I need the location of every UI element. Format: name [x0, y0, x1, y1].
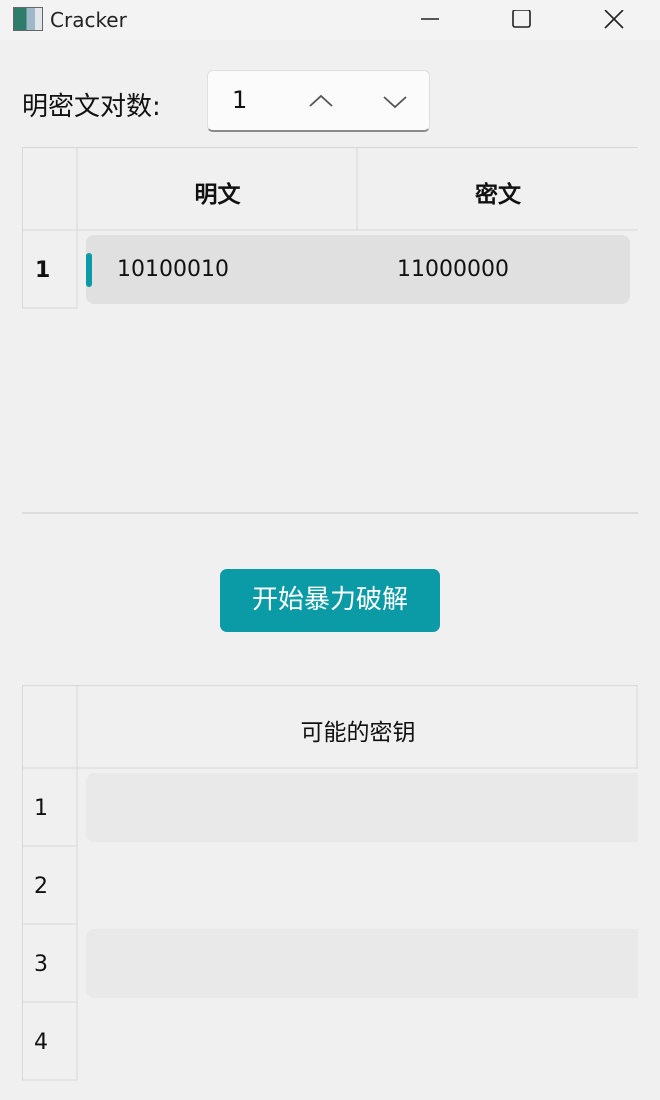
divider — [22, 512, 638, 514]
row-number: 4 — [34, 1030, 48, 1055]
title-bar: Cracker — [0, 0, 660, 40]
row-number: 1 — [35, 258, 51, 283]
pairs-spinbox[interactable]: 1 — [207, 70, 430, 132]
window-title: Cracker — [50, 8, 127, 32]
column-header-ciphertext[interactable]: 密文 — [358, 175, 638, 209]
ciphertext-cell[interactable]: 11000000 — [397, 257, 509, 282]
table-row[interactable] — [86, 929, 638, 998]
row-number: 1 — [34, 796, 48, 821]
chevron-down-icon[interactable] — [380, 89, 410, 113]
maximize-icon — [512, 10, 531, 28]
pairs-value[interactable]: 1 — [232, 86, 247, 114]
table-row[interactable] — [86, 773, 638, 842]
close-button[interactable] — [590, 0, 636, 40]
pairs-label: 明密文对数: — [22, 92, 161, 122]
minimize-icon — [421, 18, 439, 20]
column-header-possible-keys[interactable]: 可能的密钥 — [78, 713, 638, 747]
chevron-up-icon[interactable] — [306, 89, 336, 113]
plaintext-cell[interactable]: 10100010 — [117, 257, 229, 282]
pairs-table: 明文 密文 1 10100010 11000000 — [22, 147, 638, 309]
maximize-button[interactable] — [497, 0, 543, 40]
keys-table: 可能的密钥 1 2 3 4 — [22, 685, 638, 1081]
column-header-plaintext[interactable]: 明文 — [78, 175, 357, 209]
app-icon — [13, 7, 43, 31]
row-number: 2 — [34, 874, 48, 899]
start-bruteforce-button[interactable]: 开始暴力破解 — [220, 569, 440, 632]
close-icon — [604, 10, 624, 29]
minimize-button[interactable] — [406, 0, 452, 40]
selection-indicator — [86, 253, 92, 287]
row-number: 3 — [34, 952, 48, 977]
